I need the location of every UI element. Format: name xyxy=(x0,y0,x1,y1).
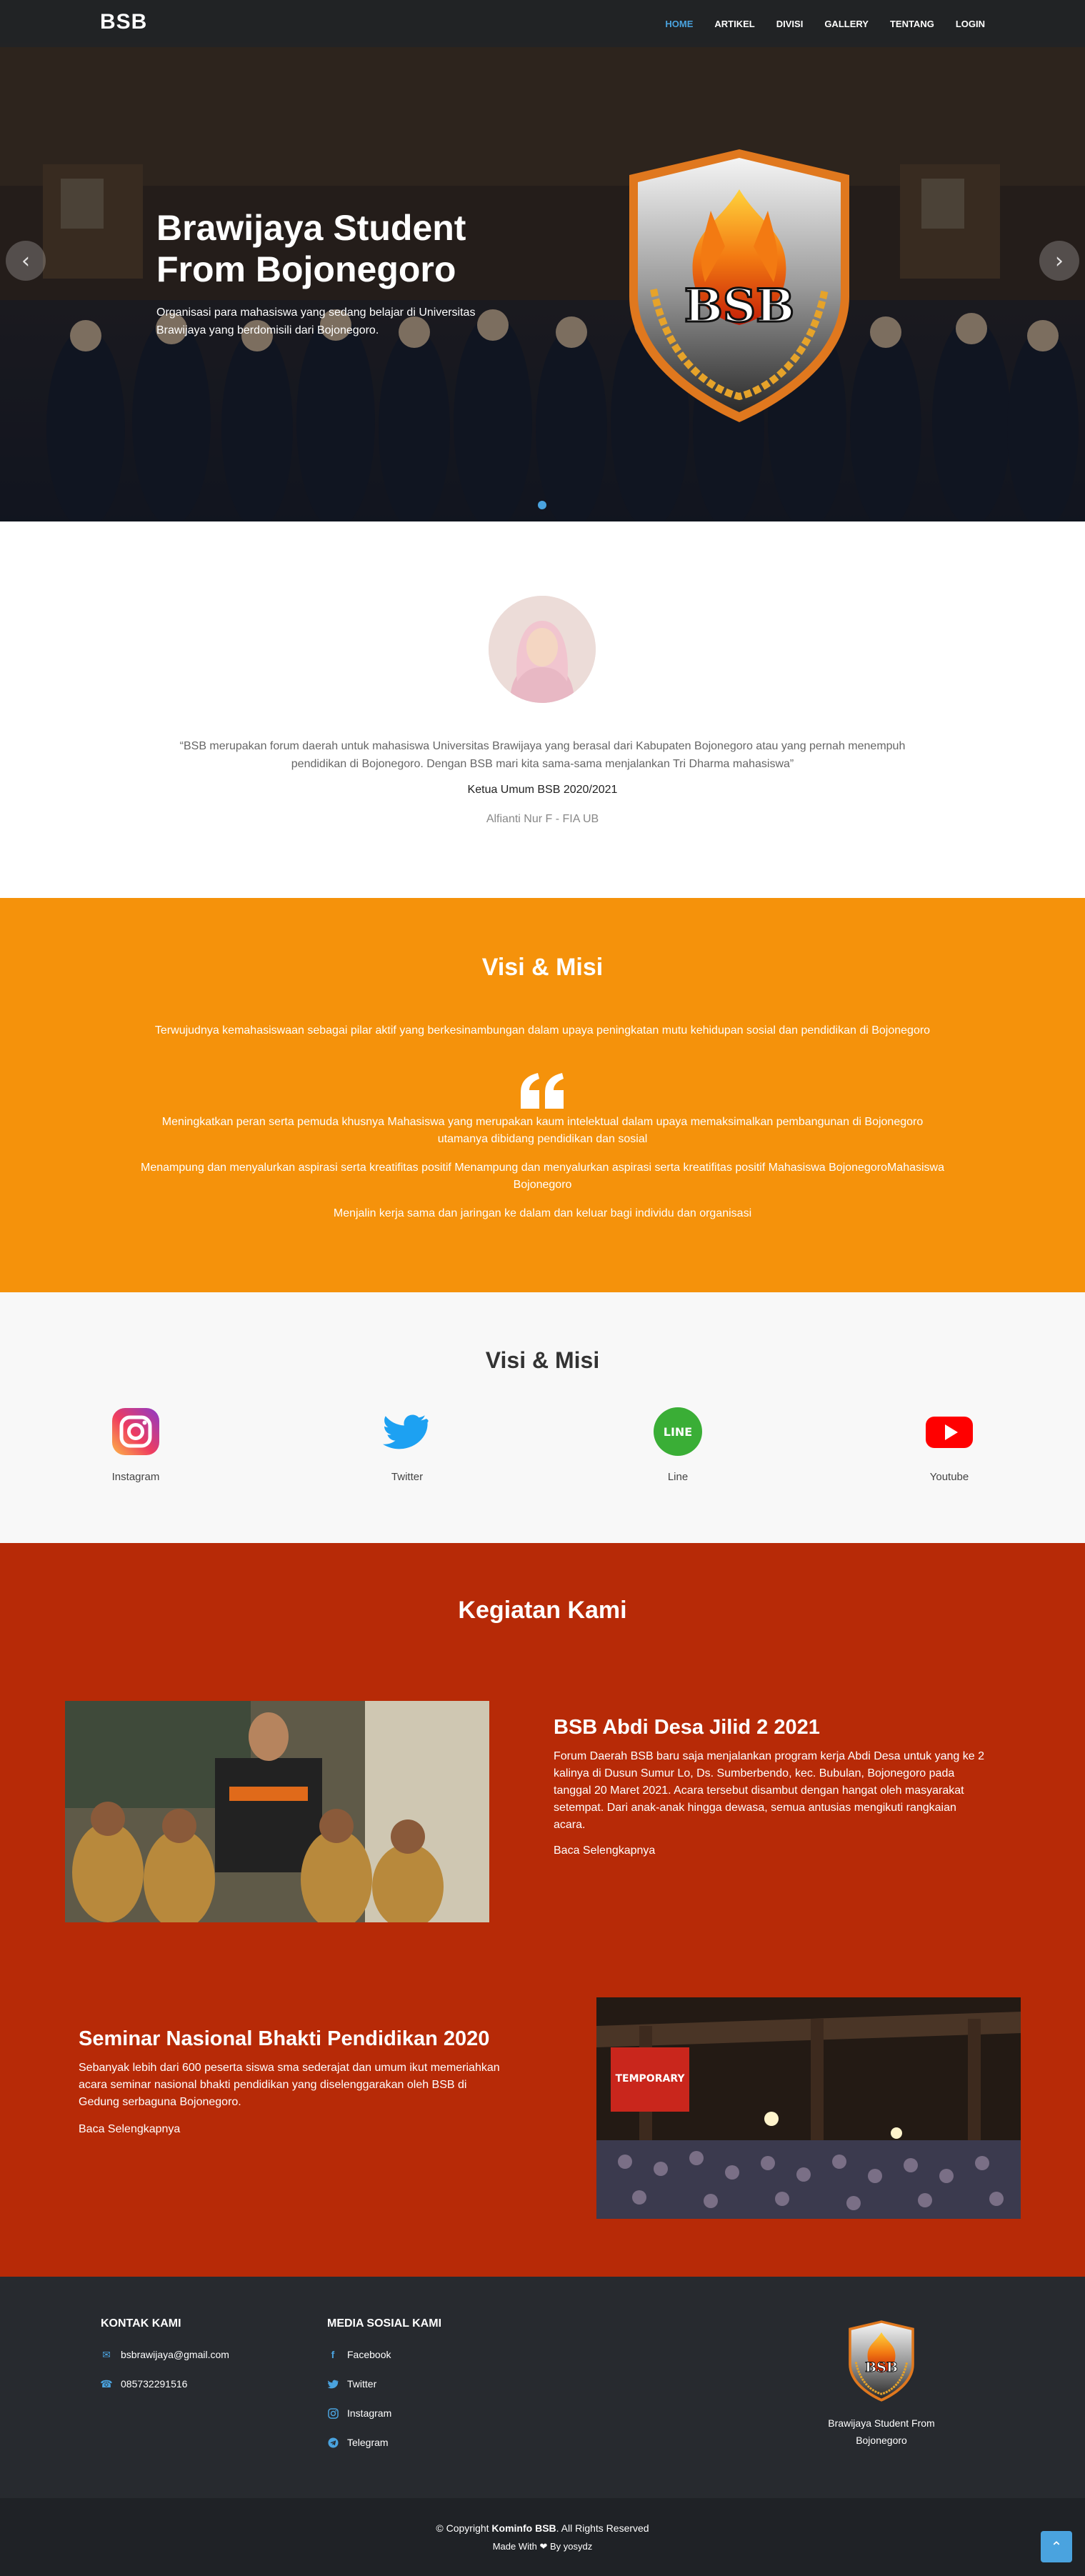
svg-text:BSB: BSB xyxy=(684,279,794,333)
phone-icon: ☎ xyxy=(100,2377,113,2390)
social-label: Twitter xyxy=(391,1471,424,1483)
line-icon: LINE xyxy=(654,1407,702,1456)
footer-link-instagram[interactable]: Instagram xyxy=(327,2407,391,2419)
footer-link-label: Facebook xyxy=(347,2349,391,2360)
activity-title[interactable]: Seminar Nasional Bhakti Pendidikan 2020 xyxy=(79,2027,489,2051)
svg-text:TEMPORARY: TEMPORARY xyxy=(616,2073,686,2085)
instagram-icon xyxy=(327,2407,339,2419)
footer-org-name: Brawijaya Student From Bojonegoro xyxy=(828,2417,935,2446)
kegiatan-photo[interactable] xyxy=(65,1701,489,1922)
envelope-icon: ✉ xyxy=(102,2348,111,2360)
copyright-prefix: © Copyright xyxy=(436,2522,489,2534)
chevron-up-icon: ⌃ xyxy=(1050,2538,1063,2555)
footer-bsb-logo: BSB xyxy=(849,2320,914,2402)
navbar: BSB HOME ARTIKEL DIVISI GALLERY TENTANG … xyxy=(0,0,1085,47)
quote-icon xyxy=(521,1073,564,1109)
visi-misi-title: Visi & Misi xyxy=(481,954,604,981)
testimonial-role: Ketua Umum BSB 2020/2021 xyxy=(467,784,618,796)
social-title: Visi & Misi xyxy=(485,1347,600,1373)
social-twitter[interactable]: Twitter xyxy=(350,1407,464,1483)
bsb-shield-logo: BSB xyxy=(629,149,849,422)
social-youtube[interactable]: Youtube xyxy=(892,1407,1006,1483)
misi-item: Meningkatkan peran serta pemuda khusnya … xyxy=(161,1116,924,1145)
heart-icon: ❤ xyxy=(539,2541,548,2552)
activity-description: Forum Daerah BSB baru saja menjalankan p… xyxy=(554,1750,984,1831)
nav-home[interactable]: HOME xyxy=(665,19,693,29)
svg-text:BSB: BSB xyxy=(865,2360,898,2375)
footer-phone[interactable]: ☎ 085732291516 xyxy=(100,2377,188,2390)
misi-item: Menampung dan menyalurkan aspirasi serta… xyxy=(140,1162,944,1191)
copyright-brand: Kominfo BSB xyxy=(491,2522,556,2534)
svg-text:LINE: LINE xyxy=(664,1425,692,1439)
chevron-left-icon: ‹ xyxy=(21,248,30,274)
carousel-prev-button[interactable]: ‹ xyxy=(6,241,46,281)
nav-gallery[interactable]: GALLERY xyxy=(824,19,869,29)
footer-bottom-bar: © Copyright Kominfo BSB. All Rights Rese… xyxy=(0,2498,1085,2576)
hero-carousel: Brawijaya Student From Bojonegoro Organi… xyxy=(0,0,1085,521)
footer: KONTAK KAMI ✉ bsbrawijaya@gmail.com ☎ 08… xyxy=(0,2277,1085,2498)
phone-text: 085732291516 xyxy=(121,2378,188,2390)
footer-link-facebook[interactable]: f Facebook xyxy=(327,2349,391,2360)
avatar xyxy=(489,596,596,703)
kegiatan-photo[interactable]: TEMPORARY xyxy=(596,1997,1021,2219)
brand-logo[interactable]: BSB xyxy=(100,10,147,34)
read-more-link[interactable]: Baca Selengkapnya xyxy=(79,2123,180,2136)
footer-link-label: Twitter xyxy=(347,2378,377,2390)
twitter-icon xyxy=(327,2378,339,2390)
social-line[interactable]: LINE Line xyxy=(621,1407,735,1483)
misi-item: Menjalin kerja sama dan jaringan ke dala… xyxy=(333,1207,752,1219)
made-with-prefix: Made With xyxy=(492,2541,537,2552)
social-label: Instagram xyxy=(111,1471,160,1483)
activity-title[interactable]: BSB Abdi Desa Jilid 2 2021 xyxy=(554,1716,820,1739)
made-with-text: Made With ❤ By yosydz xyxy=(0,2541,1085,2552)
testimonial-quote: “BSB merupakan forum daerah untuk mahasi… xyxy=(179,740,906,770)
nav-artikel[interactable]: ARTIKEL xyxy=(714,19,754,29)
carousel-next-button[interactable]: › xyxy=(1039,241,1079,281)
footer-contact-title: KONTAK KAMI xyxy=(101,2317,181,2330)
main-nav: HOME ARTIKEL DIVISI GALLERY TENTANG LOGI… xyxy=(665,0,985,47)
twitter-icon xyxy=(382,1414,429,1449)
footer-link-label: Instagram xyxy=(347,2407,392,2419)
nav-divisi[interactable]: DIVISI xyxy=(776,19,804,29)
nav-tentang[interactable]: TENTANG xyxy=(890,19,934,29)
read-more-link[interactable]: Baca Selengkapnya xyxy=(554,1844,655,1857)
footer-link-label: Telegram xyxy=(347,2437,389,2448)
back-to-top-button[interactable]: ⌃ xyxy=(1041,2531,1072,2562)
instagram-icon xyxy=(112,1408,159,1455)
testimonial-name: Alfianti Nur F - FIA UB xyxy=(486,813,599,825)
social-instagram[interactable]: Instagram xyxy=(79,1407,193,1483)
footer-email[interactable]: ✉ bsbrawijaya@gmail.com xyxy=(101,2348,229,2361)
social-label: Youtube xyxy=(929,1471,969,1483)
footer-link-telegram[interactable]: Telegram xyxy=(327,2437,389,2448)
made-with-suffix: By yosydz xyxy=(550,2541,593,2552)
avatar-photo xyxy=(489,596,596,703)
hero-subtitle: Organisasi para mahasiswa yang sedang be… xyxy=(156,306,476,336)
kegiatan-section: Kegiatan Kami BSB Abdi Desa Jilid 2 2021… xyxy=(0,1543,1085,2277)
carousel-indicator[interactable] xyxy=(538,501,546,509)
copyright-suffix: . All Rights Reserved xyxy=(556,2522,649,2534)
abdi-desa-photo xyxy=(65,1701,489,1922)
activity-description: Sebanyak lebih dari 600 peserta siswa sm… xyxy=(79,2062,500,2108)
footer-link-twitter[interactable]: Twitter xyxy=(327,2378,376,2390)
youtube-icon xyxy=(926,1417,973,1448)
social-label: Line xyxy=(667,1471,689,1483)
kegiatan-title: Kegiatan Kami xyxy=(458,1597,627,1624)
email-text: bsbrawijaya@gmail.com xyxy=(121,2349,229,2360)
visi-text: Terwujudnya kemahasiswaan sebagai pilar … xyxy=(154,1024,931,1037)
hero-title: Brawijaya Student From Bojonegoro xyxy=(156,208,466,289)
social-section: Visi & Misi Instagram Twitter LINE Line xyxy=(0,1292,1085,1543)
seminar-photo: TEMPORARY xyxy=(596,1997,1021,2219)
visi-misi-section: Visi & Misi Terwujudnya kemahasiswaan se… xyxy=(0,898,1085,1292)
chevron-right-icon: › xyxy=(1055,248,1064,274)
telegram-icon xyxy=(327,2437,339,2448)
footer-media-title: MEDIA SOSIAL KAMI xyxy=(327,2317,442,2330)
nav-login[interactable]: LOGIN xyxy=(956,19,985,29)
copyright-text: © Copyright Kominfo BSB. All Rights Rese… xyxy=(0,2522,1085,2534)
facebook-icon: f xyxy=(331,2349,335,2360)
